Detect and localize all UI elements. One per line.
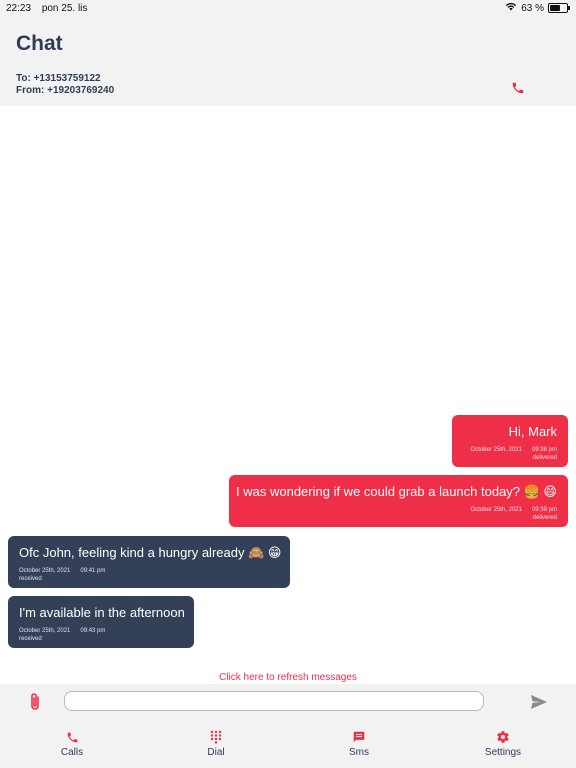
status-date: pon 25. lis — [41, 3, 88, 14]
battery-icon — [548, 3, 570, 13]
message-meta: October 25th, 2021 09:41 pm received — [19, 567, 105, 583]
message-meta: October 25th, 2021 09:39 pm delivered — [471, 506, 557, 522]
message-status: received — [19, 636, 42, 642]
tab-settings-label: Settings — [484, 747, 522, 758]
message-meta: October 25th, 2021 09:43 pm received — [19, 627, 105, 643]
gear-icon — [463, 730, 543, 744]
tab-calls[interactable]: Calls — [32, 730, 112, 758]
message-meta: October 25th, 2021 09:38 pm delivered — [471, 446, 557, 462]
dialpad-icon — [176, 730, 256, 744]
contact-numbers: To: +13153759122 From: +19203769240 — [16, 73, 114, 97]
wifi-icon — [505, 2, 517, 14]
status-right: 63 % — [505, 2, 570, 14]
message-text: I'm available in the afternoon — [19, 605, 185, 620]
message-status: received — [19, 576, 42, 582]
message-time: 09:43 pm — [80, 628, 106, 634]
message-text: Ofc John, feeling kind a hungry already … — [19, 545, 282, 560]
tab-calls-label: Calls — [60, 747, 84, 758]
message-date: October 25th, 2021 — [470, 507, 522, 513]
battery-fill — [550, 5, 561, 11]
message-text: Hi, Mark — [508, 424, 557, 439]
send-icon — [529, 695, 549, 716]
message-date: October 25th, 2021 — [19, 628, 71, 634]
message-bubble: Ofc John, feeling kind a hungry already … — [8, 536, 290, 588]
phone-icon — [32, 730, 112, 744]
attach-button[interactable] — [26, 692, 44, 712]
message-text: I was wondering if we could grab a launc… — [236, 484, 557, 499]
send-button[interactable] — [529, 692, 549, 712]
message-input[interactable] — [64, 691, 484, 711]
message-bubble: I'm available in the afternoon October 2… — [8, 596, 194, 648]
tab-sms-label: Sms — [349, 747, 369, 758]
tab-dial[interactable]: Dial — [176, 730, 256, 758]
message-date: October 25th, 2021 — [19, 568, 71, 574]
refresh-messages-link[interactable]: Click here to refresh messages — [0, 672, 576, 683]
message-time: 09:38 pm — [531, 447, 557, 453]
message-status: delivered — [532, 515, 557, 521]
message-icon — [319, 730, 399, 744]
message-time: 09:41 pm — [80, 568, 106, 574]
message-bubble: I was wondering if we could grab a launc… — [229, 475, 568, 527]
message-bubble: Hi, Mark October 25th, 2021 09:38 pm deli… — [452, 415, 568, 467]
tab-settings[interactable]: Settings — [463, 730, 543, 758]
chat-screen: 22:23 pon 25. lis 63 % Chat To: +1315375… — [0, 0, 576, 768]
message-composer — [0, 684, 576, 720]
message-list: Hi, Mark October 25th, 2021 09:38 pm deli… — [0, 106, 576, 683]
from-number: From: +19203769240 — [16, 85, 115, 96]
tab-sms[interactable]: Sms — [319, 730, 399, 758]
chat-header: Chat To: +13153759122 From: +19203769240 — [0, 16, 576, 106]
message-status: delivered — [532, 455, 557, 461]
to-number: To: +13153759122 — [16, 73, 101, 84]
message-date: October 25th, 2021 — [470, 447, 522, 453]
status-time: 22:23 — [6, 3, 32, 14]
bottom-nav: Calls Dial Sms Settings — [0, 720, 576, 768]
tab-dial-label: Dial — [207, 747, 225, 758]
page-title: Chat — [16, 32, 63, 55]
call-button[interactable] — [508, 80, 528, 100]
battery-percent: 63 % — [521, 2, 544, 14]
status-bar: 22:23 pon 25. lis 63 % — [0, 0, 576, 16]
paperclip-icon — [26, 693, 44, 716]
status-left: 22:23 pon 25. lis — [6, 3, 95, 14]
message-time: 09:39 pm — [531, 507, 557, 513]
phone-icon — [511, 81, 525, 100]
